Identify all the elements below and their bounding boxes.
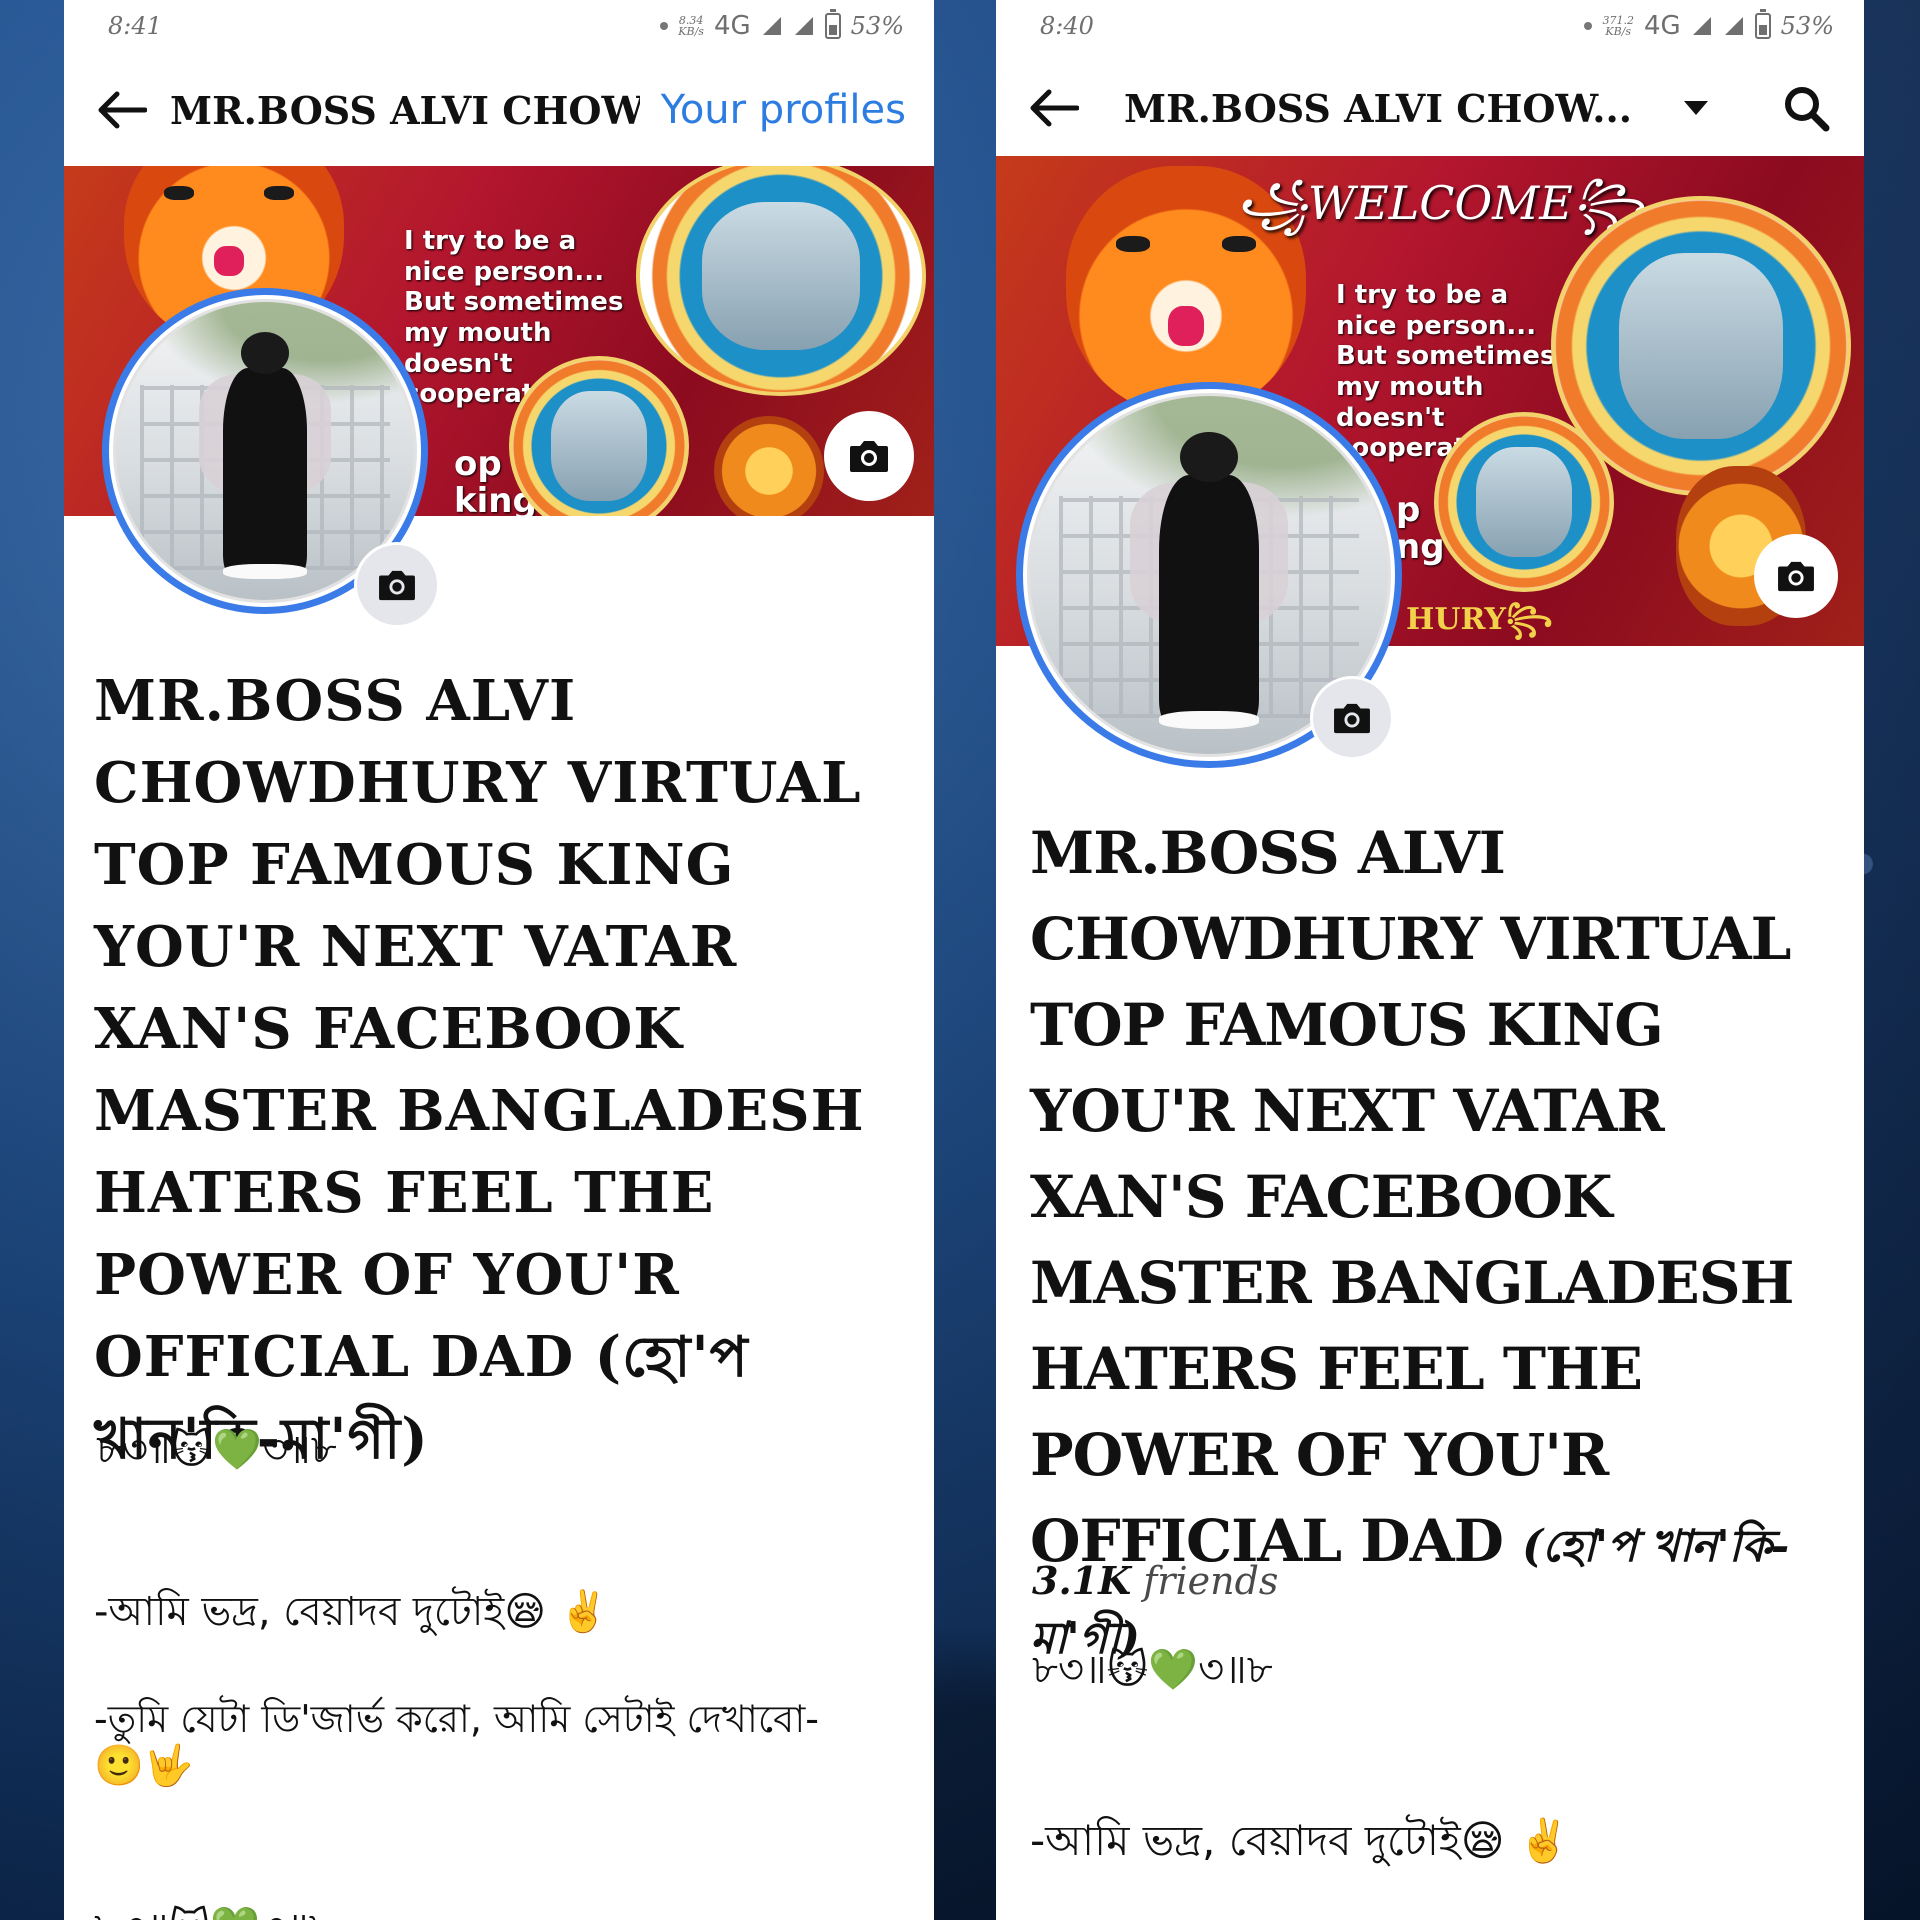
status-time: 8:41 (108, 12, 162, 40)
lion-graphic (714, 416, 824, 516)
battery-percent: 53% (850, 12, 904, 40)
page-title: MR.BOSS ALVI CHOW... (1124, 85, 1632, 131)
signal-icon (1692, 17, 1711, 35)
top-navigation: MR.BOSS ALVI CHOW... (996, 58, 1864, 158)
profile-name: MR.BOSS ALVI CHOWDHURY VIRTUAL TOP FAMOU… (94, 668, 865, 1472)
notification-dot-icon (660, 22, 669, 30)
profile-name-main: MR.BOSS ALVI CHOWDHURY VIRTUAL TOP FAMOU… (1030, 819, 1794, 1575)
camera-icon (850, 441, 888, 472)
camera-icon (1334, 703, 1370, 734)
bio-emoji-line: ৮৩॥😽💚৩॥৮ (1032, 1647, 1273, 1693)
status-indicators: 371.2 KB/s 4G 53% (1584, 9, 1834, 41)
profile-camera-button[interactable] (1310, 676, 1394, 760)
cover-camera-button[interactable] (824, 411, 914, 501)
bio-emoji-line: ৮৩॥😽💚৩॥৮ (96, 1427, 337, 1473)
cover-badge-small (1434, 412, 1614, 592)
profile-camera-button[interactable] (354, 542, 440, 628)
signal-icon (1724, 17, 1743, 35)
camera-icon (1778, 561, 1814, 592)
bio-line: -তুমি যেটা ডি'জার্ভ করো, আমি সেটাই দেখাব… (94, 1697, 819, 1741)
search-icon[interactable] (1776, 78, 1836, 138)
network-type: 4G (713, 11, 751, 41)
signal-icon (762, 17, 781, 35)
signal-icon (794, 17, 813, 35)
your-profiles-link[interactable]: Your profiles (661, 87, 906, 133)
page-title: MR.BOSS ALVI CHOW... (170, 87, 640, 133)
cover-welcome-text: ꧁WELCOME꧂ (1236, 176, 1645, 230)
notification-dot-icon (1584, 22, 1593, 30)
back-arrow-icon[interactable] (92, 80, 152, 140)
screenshot-left: 8:41 8.34 KB/s 4G 53% MR.BOSS ALVI CHOW.… (64, 0, 934, 1920)
bio-line: 🙂🤟 (94, 1743, 194, 1789)
battery-icon (824, 9, 841, 39)
battery-percent: 53% (1780, 12, 1834, 40)
cover-badge-large (636, 166, 926, 396)
network-speed: 8.34 KB/s (678, 14, 704, 38)
profile-name: MR.BOSS ALVI CHOWDHURY VIRTUAL TOP FAMOU… (1030, 810, 1850, 1682)
network-type: 4G (1643, 11, 1681, 41)
screenshot-right: 8:40 371.2 KB/s 4G 53% MR.BOSS ALVI CHOW… (996, 0, 1864, 1920)
status-bar: 8:41 8.34 KB/s 4G 53% (64, 0, 934, 52)
network-speed: 371.2 KB/s (1602, 14, 1634, 38)
cover-badge-small (509, 356, 689, 516)
bio-line: -আমি ভদ্র, বেয়াদব দুটোই😪 ✌️ (94, 1589, 609, 1635)
back-arrow-icon[interactable] (1024, 78, 1084, 138)
status-time: 8:40 (1040, 12, 1094, 40)
status-indicators: 8.34 KB/s 4G 53% (660, 9, 904, 41)
status-bar: 8:40 371.2 KB/s 4G 53% (996, 0, 1864, 52)
battery-icon (1754, 9, 1771, 39)
cover-camera-button[interactable] (1754, 534, 1838, 618)
caret-down-icon[interactable] (1684, 101, 1708, 115)
top-navigation: MR.BOSS ALVI CHOW... Your profiles (64, 60, 934, 160)
bio-emoji-line: ৮৩॥😽💚৩॥৮ (94, 1896, 335, 1920)
cover-text-fragment: HURY꧂ (1406, 602, 1553, 637)
bio-line: -আমি ভদ্র, বেয়াদব দুটোই😪 ✌️ (1030, 1816, 1571, 1865)
friends-count[interactable]: 3.1K friends (1032, 1558, 1278, 1603)
camera-icon (379, 570, 415, 601)
